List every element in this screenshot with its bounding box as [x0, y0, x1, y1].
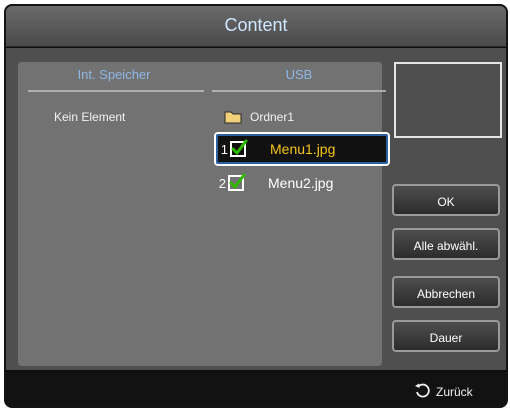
folder-name: Ordner1 [250, 110, 295, 124]
cancel-button[interactable]: Abbrechen [392, 276, 500, 308]
internal-storage-divider [28, 90, 204, 92]
return-arrow-icon [414, 382, 430, 401]
usb-header[interactable]: USB [212, 62, 386, 88]
file-name: Menu1.jpg [270, 141, 336, 157]
checkbox-checked[interactable] [228, 173, 246, 191]
deselect-all-button[interactable]: Alle abwähl. [392, 228, 500, 260]
back-button[interactable]: Zurück [414, 382, 473, 401]
footer-bar: Zurück [6, 372, 506, 406]
internal-storage-header[interactable]: Int. Speicher [28, 62, 200, 88]
duration-button[interactable]: Dauer [392, 320, 500, 352]
back-label: Zurück [436, 384, 473, 399]
internal-empty-text: Kein Element [54, 110, 126, 124]
content-main: Int. Speicher USB Kein Element Ordner1 1 [6, 48, 506, 370]
file-index: 2 [218, 175, 226, 191]
preview-thumbnail [394, 62, 502, 138]
file-list-panel: Int. Speicher USB Kein Element Ordner1 1 [18, 62, 390, 366]
usb-divider [212, 90, 386, 92]
window-title: Content [224, 15, 288, 35]
checkbox-checked[interactable] [230, 139, 248, 157]
content-dialog: Content Int. Speicher USB Kein Element O… [4, 4, 508, 408]
file-name: Menu2.jpg [268, 175, 334, 191]
title-bar: Content [6, 6, 506, 47]
file-row-menu1[interactable]: 1 Menu1.jpg [214, 132, 390, 166]
folder-item[interactable]: Ordner1 [224, 106, 294, 128]
file-row-menu2[interactable]: 2 Menu2.jpg [214, 168, 386, 198]
ok-button[interactable]: OK [392, 184, 500, 216]
folder-icon [224, 110, 242, 124]
file-index: 1 [220, 141, 228, 157]
